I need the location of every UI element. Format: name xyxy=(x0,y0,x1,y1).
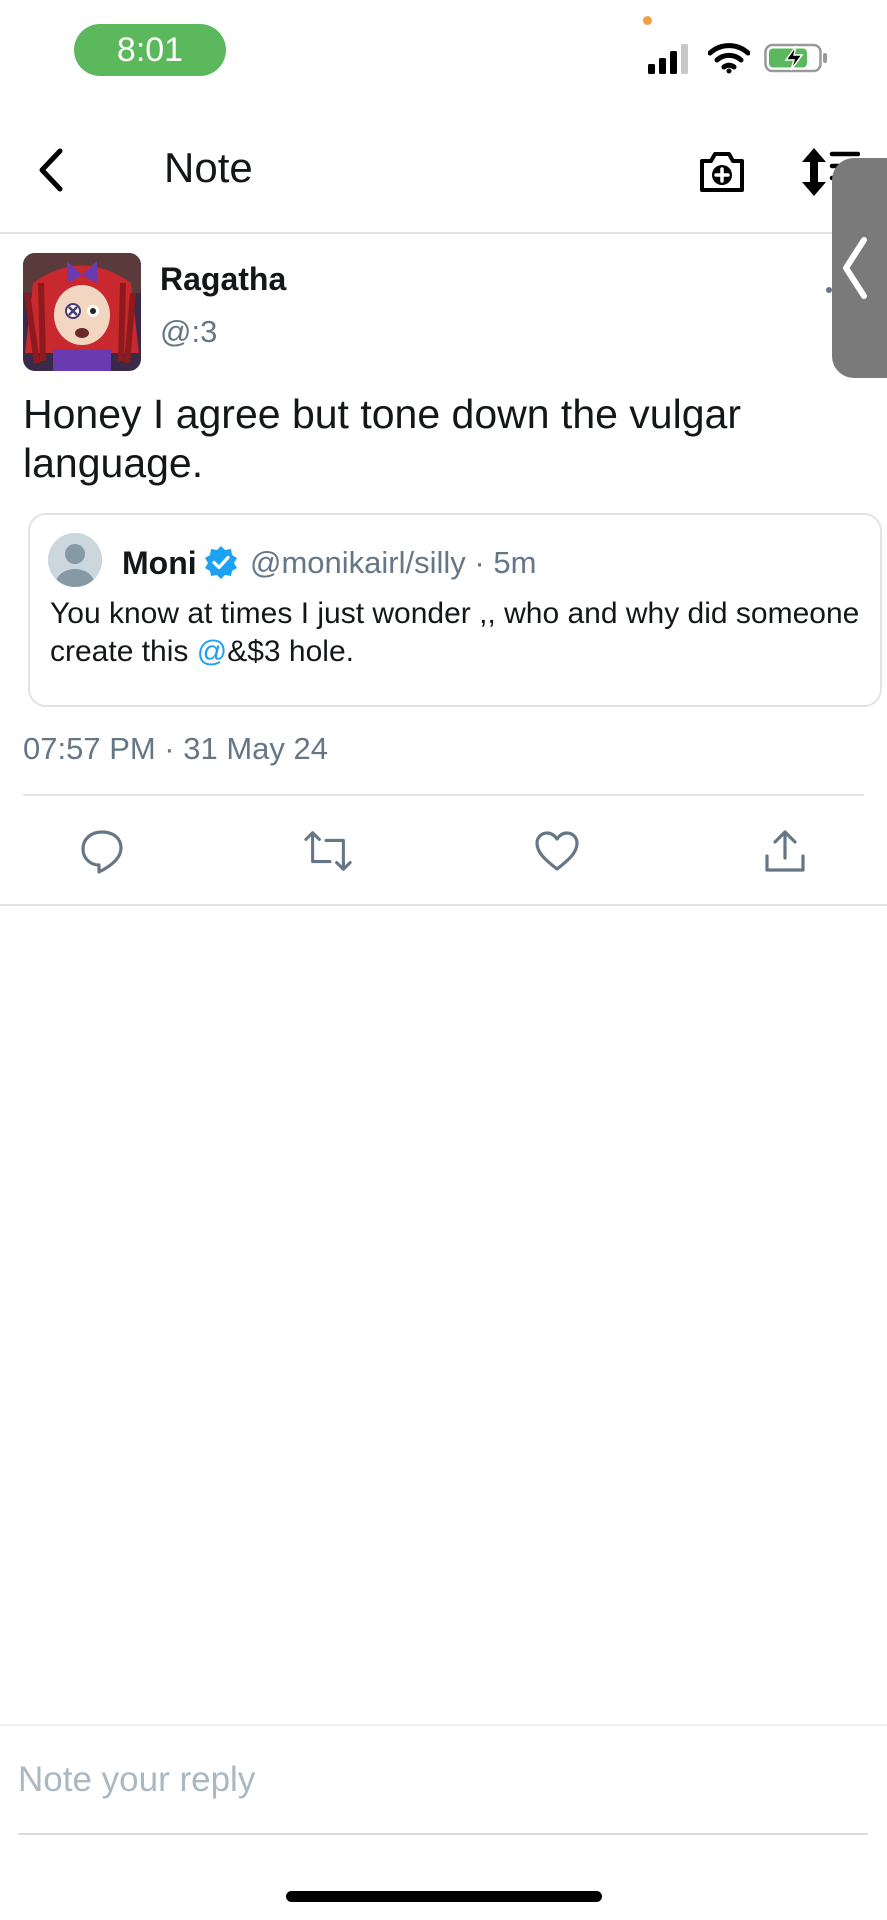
top-app-bar: Note xyxy=(0,110,887,234)
reply-input[interactable] xyxy=(18,1750,868,1810)
reply-underline xyxy=(18,1833,868,1835)
quote-meta: @monikairl/silly · 5m xyxy=(250,545,537,580)
chevron-left-icon xyxy=(39,148,63,192)
status-bar: 8:01 xyxy=(0,0,887,110)
like-button[interactable] xyxy=(532,826,582,876)
quote-text: You know at times I just wonder ,, who a… xyxy=(50,595,860,671)
ragatha-avatar-image xyxy=(23,253,141,371)
quote-text-before: You know at times I just wonder ,, who a… xyxy=(50,597,860,668)
avatar[interactable] xyxy=(23,253,141,371)
author-handle[interactable]: @:3 xyxy=(160,314,217,350)
status-time: 8:01 xyxy=(74,24,226,76)
comment-icon xyxy=(81,830,123,874)
page-title: Note xyxy=(164,144,253,191)
default-avatar-icon xyxy=(48,533,102,587)
renote-button[interactable] xyxy=(303,826,353,876)
verified-badge-icon xyxy=(205,546,237,579)
chevron-left-icon xyxy=(843,237,867,299)
repost-icon xyxy=(304,831,352,871)
home-indicator[interactable] xyxy=(286,1891,602,1902)
reply-bar-divider xyxy=(0,1724,887,1726)
quote-avatar xyxy=(48,533,102,587)
action-bar xyxy=(0,796,887,906)
back-button[interactable] xyxy=(26,140,76,200)
cellular-signal-icon xyxy=(648,44,688,74)
wifi-icon xyxy=(708,43,750,74)
quote-text-after: &$3 hole. xyxy=(227,635,354,668)
side-drawer-handle[interactable] xyxy=(832,158,887,378)
quote-author-name: Moni xyxy=(122,545,197,581)
post-timestamp: 07:57 PM · 31 May 24 xyxy=(23,731,328,766)
quoted-note-card[interactable]: Moni @monikairl/silly · 5m You know at t… xyxy=(28,513,882,707)
battery-charging-icon xyxy=(764,43,827,73)
reply-button[interactable] xyxy=(77,826,127,876)
author-name[interactable]: Ragatha xyxy=(160,261,286,298)
post-text: Honey I agree but tone down the vulgar l… xyxy=(23,391,741,486)
heart-icon xyxy=(535,831,579,871)
share-icon xyxy=(765,830,805,872)
more-options-icon[interactable] xyxy=(826,287,832,293)
quote-mention[interactable]: @ xyxy=(197,635,227,668)
camera-plus-icon[interactable] xyxy=(696,146,748,198)
privacy-indicator-dot xyxy=(643,16,652,25)
share-button[interactable] xyxy=(760,826,810,876)
